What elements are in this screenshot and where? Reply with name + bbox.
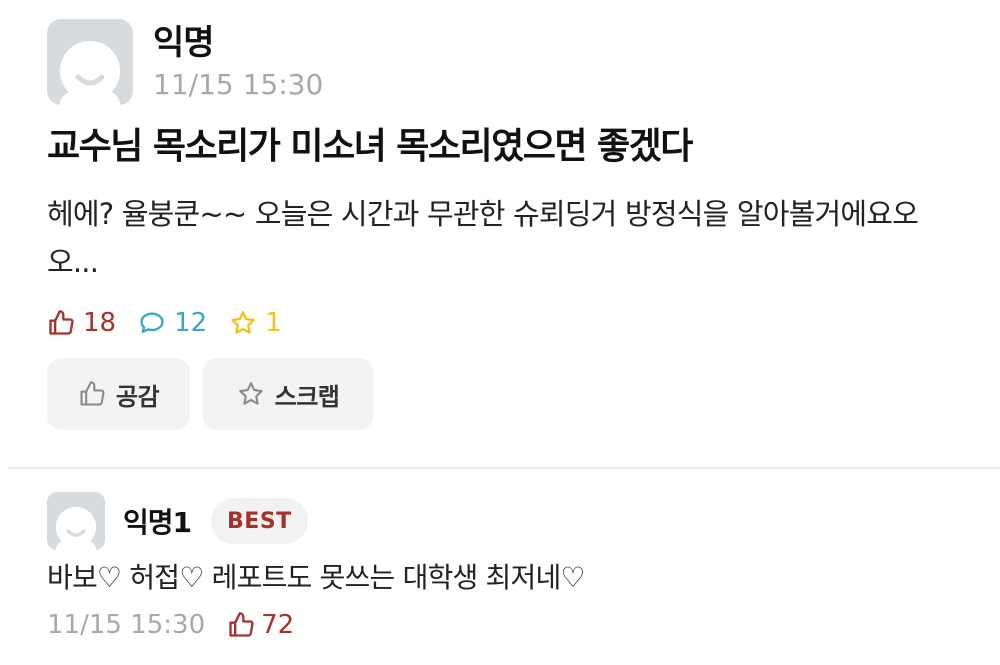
thumbs-up-icon (80, 381, 105, 406)
avatar-icon (60, 41, 120, 105)
avatar[interactable] (47, 19, 133, 105)
thumbs-up-icon (229, 612, 254, 637)
comment-like-value: 72 (261, 610, 295, 640)
like-button-label: 공감 (115, 382, 160, 411)
post-body: 헤에? 율붕쿤~~ 오늘은 시간과 무관한 슈뢰딩거 방정식을 알아볼거에요오오… (47, 197, 919, 279)
post-page: 익명 11/15 15:30 교수님 목소리가 미소녀 목소리였으면 좋겠다 헤… (0, 0, 1000, 665)
comment-time: 11/15 15:30 (47, 610, 206, 640)
post-header: 익명 11/15 15:30 (47, 19, 323, 105)
comment-header: 익명1 BEST (47, 492, 308, 550)
star-icon (231, 311, 255, 334)
comment-count-value: 12 (174, 308, 208, 338)
scrap-count-value: 1 (265, 308, 282, 338)
comment-avatar[interactable] (47, 492, 105, 550)
like-button[interactable]: 공감 (47, 358, 190, 430)
post-stats: 18 12 1 (47, 308, 304, 338)
post-time: 11/15 15:30 (153, 68, 324, 101)
comment-count: 12 (138, 308, 207, 338)
scrap-button-label: 스크랩 (274, 382, 340, 411)
avatar-icon (55, 506, 97, 550)
post-author: 익명 (153, 23, 215, 63)
post-title: 교수님 목소리가 미소녀 목소리였으면 좋겠다 (47, 126, 693, 167)
comment-icon (140, 312, 164, 333)
comment-body: 바보♡ 허접♡ 레포트도 못쓰는 대학생 최저네♡ (47, 561, 586, 594)
post-actions: 공감 스크랩 (47, 358, 386, 430)
like-count-value: 18 (83, 308, 117, 338)
best-badge: BEST (211, 498, 308, 544)
post-meta: 익명 11/15 15:30 (153, 19, 323, 101)
comment-author: 익명1 (123, 506, 192, 539)
star-icon (238, 382, 263, 405)
divider (8, 467, 1000, 469)
scrap-count: 1 (229, 308, 282, 338)
thumbs-up-icon (49, 310, 74, 335)
like-count: 18 (47, 308, 116, 338)
scrap-button[interactable]: 스크랩 (203, 358, 373, 430)
comment-footer: 11/15 15:30 72 (47, 610, 294, 640)
comment-like-count[interactable]: 72 (227, 610, 294, 640)
